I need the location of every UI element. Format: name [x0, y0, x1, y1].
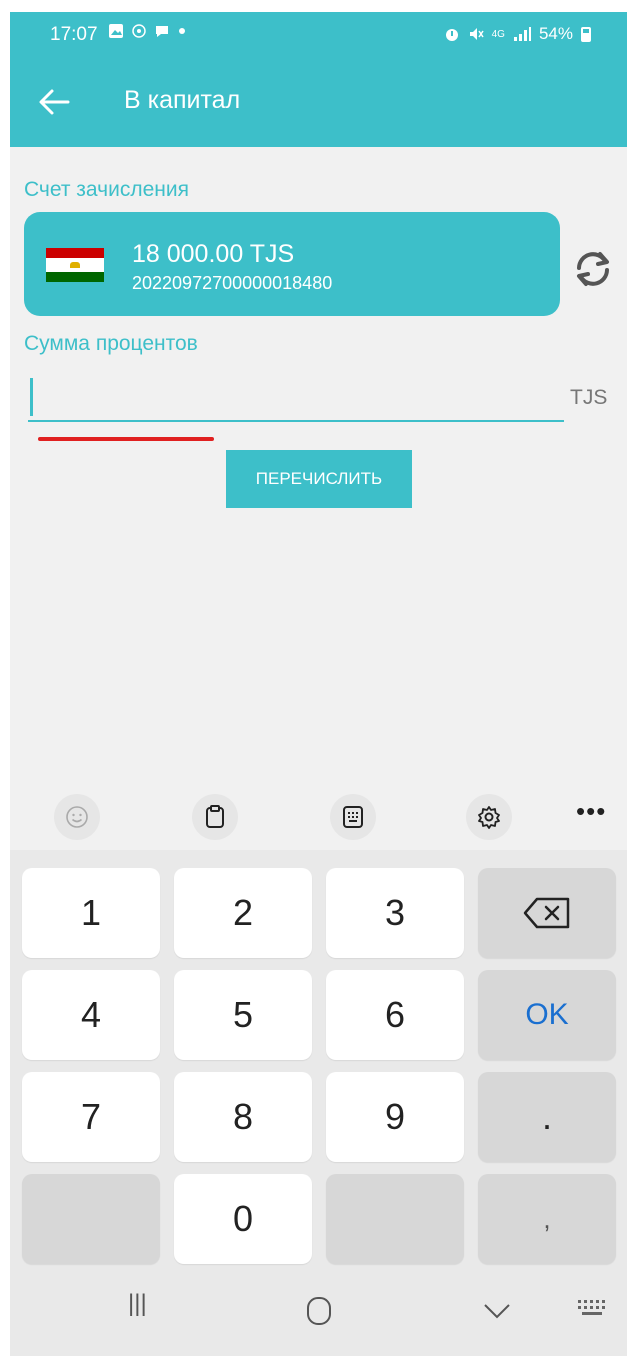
- transfer-button[interactable]: ПЕРЕЧИСЛИТЬ: [226, 450, 412, 508]
- gallery-notification-icon: [109, 24, 123, 38]
- account-section-label: Счет зачисления: [24, 178, 189, 201]
- key-5[interactable]: 5: [174, 970, 312, 1060]
- text-cursor: [30, 378, 33, 416]
- blank-key-right: [326, 1174, 464, 1264]
- key-7[interactable]: 7: [22, 1072, 160, 1162]
- status-notification-icons: [108, 23, 186, 39]
- emoji-icon[interactable]: [54, 794, 100, 840]
- comma-key[interactable]: ,: [478, 1174, 616, 1264]
- clipboard-icon[interactable]: [192, 794, 238, 840]
- status-system-icons: 4G 54%: [444, 24, 591, 44]
- keyboard-switch-icon[interactable]: [576, 1296, 608, 1324]
- account-card[interactable]: 18 000.00 TJS 20220972700000018480: [24, 212, 560, 316]
- dot-notification-icon: [179, 28, 185, 34]
- account-amount: 18 000.00 TJS: [132, 240, 295, 268]
- signal-icon: [513, 27, 531, 41]
- currency-label: TJS: [570, 386, 608, 409]
- backspace-key[interactable]: [478, 868, 616, 958]
- keyboard-layout-icon[interactable]: [330, 794, 376, 840]
- key-1[interactable]: 1: [22, 868, 160, 958]
- red-annotation-underline: [38, 437, 214, 441]
- settings-icon[interactable]: [466, 794, 512, 840]
- phone-screen: 17:07 4G 54% В капитал Счет зачисления 1…: [10, 12, 627, 1356]
- key-3[interactable]: 3: [326, 868, 464, 958]
- account-number: 20220972700000018480: [132, 273, 333, 293]
- refresh-icon[interactable]: [570, 246, 616, 292]
- ok-key[interactable]: OK: [478, 970, 616, 1060]
- tajikistan-flag-icon: [46, 248, 104, 282]
- battery-percent: 54%: [538, 24, 573, 43]
- battery-icon: [581, 26, 591, 42]
- interest-amount-input[interactable]: [28, 374, 564, 422]
- status-time: 17:07: [50, 24, 98, 45]
- chat-notification-icon: [156, 26, 168, 37]
- key-4[interactable]: 4: [22, 970, 160, 1060]
- dot-key[interactable]: .: [478, 1072, 616, 1162]
- arrow-left-icon[interactable]: [34, 84, 74, 120]
- vpn-notification-icon: [132, 24, 146, 38]
- toolbar: В капитал: [10, 74, 627, 130]
- more-icon[interactable]: •••: [576, 796, 606, 827]
- key-0[interactable]: 0: [174, 1174, 312, 1264]
- app-header: 17:07 4G 54% В капитал: [10, 12, 627, 147]
- numeric-keyboard: 1 2 3 4 5 6 OK 7 8 9 . 0 ,: [10, 850, 627, 1270]
- back-chevron-icon[interactable]: [482, 1296, 512, 1326]
- status-bar: 17:07 4G 54%: [10, 12, 627, 58]
- key-6[interactable]: 6: [326, 970, 464, 1060]
- key-9[interactable]: 9: [326, 1072, 464, 1162]
- interest-amount-label: Сумма процентов: [24, 332, 198, 355]
- page-title: В капитал: [124, 86, 241, 114]
- home-icon[interactable]: [306, 1296, 332, 1326]
- blank-key-left: [22, 1174, 160, 1264]
- backspace-icon: [523, 897, 570, 929]
- recents-button[interactable]: |||: [128, 1290, 147, 1318]
- mute-icon: [469, 28, 484, 40]
- keyboard-toolbar: •••: [10, 780, 627, 850]
- key-2[interactable]: 2: [174, 868, 312, 958]
- alarm-icon: [445, 29, 458, 41]
- key-8[interactable]: 8: [174, 1072, 312, 1162]
- system-navbar: |||: [10, 1270, 627, 1356]
- network-type-label: 4G: [491, 28, 505, 40]
